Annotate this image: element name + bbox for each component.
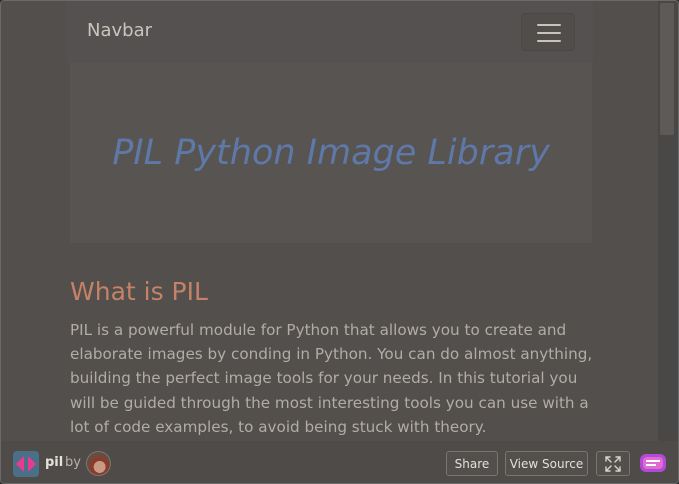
navbar: Navbar [67,1,593,63]
expand-icon [605,455,621,472]
embed-frame: Navbar PIL Python Image Library What is … [0,0,679,484]
scrollbar[interactable] [658,1,678,441]
page-content: Navbar PIL Python Image Library What is … [1,1,658,441]
scrollbar-thumb[interactable] [660,3,674,135]
view-source-button[interactable]: View Source [505,451,588,476]
share-button[interactable]: Share [446,451,498,476]
hero-banner: PIL Python Image Library [70,63,592,243]
section-body: PIL is a powerful module for Python that… [70,321,593,436]
by-label: by [65,455,81,470]
navbar-brand[interactable]: Navbar [87,20,152,41]
hamburger-menu-icon[interactable] [521,13,575,51]
section-title: What is PIL [70,277,208,306]
fullscreen-button[interactable] [596,451,630,476]
repl-logo-icon[interactable] [13,451,39,477]
hero-title: PIL Python Image Library [112,133,550,173]
replit-badge-icon[interactable] [639,452,667,474]
user-avatar[interactable] [86,451,111,476]
repl-name[interactable]: pil [45,455,63,470]
embed-footer: pil by Share View Source [1,441,678,483]
